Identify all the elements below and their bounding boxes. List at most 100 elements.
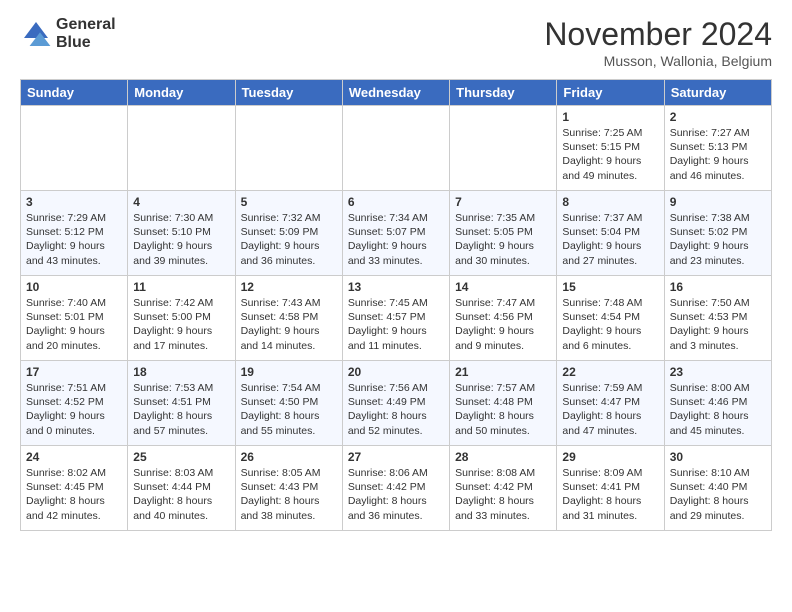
day-info: Daylight: 9 hours and 9 minutes.: [455, 324, 551, 352]
day-cell: 3Sunrise: 7:29 AMSunset: 5:12 PMDaylight…: [21, 191, 128, 276]
day-info: Sunset: 5:07 PM: [348, 225, 444, 239]
day-number: 10: [26, 280, 122, 294]
day-info: Sunrise: 7:30 AM: [133, 211, 229, 225]
day-info: Sunset: 4:58 PM: [241, 310, 337, 324]
day-info: Sunset: 4:46 PM: [670, 395, 766, 409]
day-cell: [21, 106, 128, 191]
day-info: Sunset: 4:47 PM: [562, 395, 658, 409]
day-cell: 9Sunrise: 7:38 AMSunset: 5:02 PMDaylight…: [664, 191, 771, 276]
calendar-table: SundayMondayTuesdayWednesdayThursdayFrid…: [20, 79, 772, 531]
day-info: Sunset: 4:49 PM: [348, 395, 444, 409]
day-info: Sunrise: 7:48 AM: [562, 296, 658, 310]
col-header-sunday: Sunday: [21, 80, 128, 106]
week-row-0: 1Sunrise: 7:25 AMSunset: 5:15 PMDaylight…: [21, 106, 772, 191]
day-cell: 11Sunrise: 7:42 AMSunset: 5:00 PMDayligh…: [128, 276, 235, 361]
day-cell: 19Sunrise: 7:54 AMSunset: 4:50 PMDayligh…: [235, 361, 342, 446]
day-info: Sunset: 4:40 PM: [670, 480, 766, 494]
day-info: Sunrise: 7:57 AM: [455, 381, 551, 395]
day-number: 16: [670, 280, 766, 294]
day-info: Daylight: 9 hours and 43 minutes.: [26, 239, 122, 267]
day-cell: 27Sunrise: 8:06 AMSunset: 4:42 PMDayligh…: [342, 446, 449, 531]
day-info: Daylight: 8 hours and 52 minutes.: [348, 409, 444, 437]
day-info: Sunset: 4:42 PM: [455, 480, 551, 494]
day-info: Sunset: 4:52 PM: [26, 395, 122, 409]
day-info: Sunrise: 7:34 AM: [348, 211, 444, 225]
logo-line1: General: [56, 16, 116, 34]
day-info: Sunrise: 8:00 AM: [670, 381, 766, 395]
week-row-2: 10Sunrise: 7:40 AMSunset: 5:01 PMDayligh…: [21, 276, 772, 361]
week-row-4: 24Sunrise: 8:02 AMSunset: 4:45 PMDayligh…: [21, 446, 772, 531]
day-info: Daylight: 8 hours and 31 minutes.: [562, 494, 658, 522]
day-info: Daylight: 9 hours and 20 minutes.: [26, 324, 122, 352]
day-info: Sunrise: 8:06 AM: [348, 466, 444, 480]
col-header-tuesday: Tuesday: [235, 80, 342, 106]
day-info: Daylight: 9 hours and 0 minutes.: [26, 409, 122, 437]
day-info: Sunrise: 7:37 AM: [562, 211, 658, 225]
day-cell: 25Sunrise: 8:03 AMSunset: 4:44 PMDayligh…: [128, 446, 235, 531]
day-info: Sunrise: 8:09 AM: [562, 466, 658, 480]
day-info: Daylight: 8 hours and 45 minutes.: [670, 409, 766, 437]
day-number: 29: [562, 450, 658, 464]
day-number: 8: [562, 195, 658, 209]
day-info: Sunset: 5:10 PM: [133, 225, 229, 239]
col-header-saturday: Saturday: [664, 80, 771, 106]
logo-line2: Blue: [56, 34, 116, 52]
day-info: Sunset: 4:53 PM: [670, 310, 766, 324]
day-number: 24: [26, 450, 122, 464]
day-number: 1: [562, 110, 658, 124]
day-info: Sunrise: 7:43 AM: [241, 296, 337, 310]
day-number: 19: [241, 365, 337, 379]
day-cell: 14Sunrise: 7:47 AMSunset: 4:56 PMDayligh…: [450, 276, 557, 361]
day-cell: 21Sunrise: 7:57 AMSunset: 4:48 PMDayligh…: [450, 361, 557, 446]
col-header-wednesday: Wednesday: [342, 80, 449, 106]
header-row: SundayMondayTuesdayWednesdayThursdayFrid…: [21, 80, 772, 106]
location: Musson, Wallonia, Belgium: [544, 53, 772, 69]
day-info: Sunrise: 7:42 AM: [133, 296, 229, 310]
day-number: 7: [455, 195, 551, 209]
day-cell: 8Sunrise: 7:37 AMSunset: 5:04 PMDaylight…: [557, 191, 664, 276]
day-info: Daylight: 9 hours and 6 minutes.: [562, 324, 658, 352]
day-number: 17: [26, 365, 122, 379]
day-info: Sunrise: 7:40 AM: [26, 296, 122, 310]
day-info: Sunset: 4:45 PM: [26, 480, 122, 494]
day-info: Daylight: 8 hours and 42 minutes.: [26, 494, 122, 522]
day-info: Sunset: 5:05 PM: [455, 225, 551, 239]
day-cell: 5Sunrise: 7:32 AMSunset: 5:09 PMDaylight…: [235, 191, 342, 276]
day-info: Daylight: 9 hours and 30 minutes.: [455, 239, 551, 267]
day-cell: 12Sunrise: 7:43 AMSunset: 4:58 PMDayligh…: [235, 276, 342, 361]
day-info: Daylight: 8 hours and 33 minutes.: [455, 494, 551, 522]
day-cell: 16Sunrise: 7:50 AMSunset: 4:53 PMDayligh…: [664, 276, 771, 361]
day-cell: [128, 106, 235, 191]
day-cell: 7Sunrise: 7:35 AMSunset: 5:05 PMDaylight…: [450, 191, 557, 276]
day-cell: 30Sunrise: 8:10 AMSunset: 4:40 PMDayligh…: [664, 446, 771, 531]
col-header-thursday: Thursday: [450, 80, 557, 106]
day-info: Daylight: 8 hours and 38 minutes.: [241, 494, 337, 522]
day-number: 5: [241, 195, 337, 209]
day-number: 21: [455, 365, 551, 379]
day-info: Sunrise: 7:47 AM: [455, 296, 551, 310]
day-info: Sunset: 5:01 PM: [26, 310, 122, 324]
day-info: Daylight: 8 hours and 47 minutes.: [562, 409, 658, 437]
day-number: 3: [26, 195, 122, 209]
day-info: Daylight: 8 hours and 36 minutes.: [348, 494, 444, 522]
day-info: Daylight: 9 hours and 3 minutes.: [670, 324, 766, 352]
day-number: 13: [348, 280, 444, 294]
col-header-monday: Monday: [128, 80, 235, 106]
day-info: Sunrise: 7:59 AM: [562, 381, 658, 395]
day-info: Sunrise: 7:45 AM: [348, 296, 444, 310]
day-info: Sunset: 4:56 PM: [455, 310, 551, 324]
day-info: Sunrise: 7:32 AM: [241, 211, 337, 225]
day-info: Sunrise: 7:54 AM: [241, 381, 337, 395]
logo-text: General Blue: [56, 16, 116, 51]
logo-icon: [20, 18, 52, 50]
day-info: Sunrise: 7:51 AM: [26, 381, 122, 395]
day-info: Sunset: 5:00 PM: [133, 310, 229, 324]
day-info: Sunrise: 7:56 AM: [348, 381, 444, 395]
day-info: Daylight: 9 hours and 23 minutes.: [670, 239, 766, 267]
day-info: Sunrise: 8:10 AM: [670, 466, 766, 480]
day-cell: 17 Sunrise: 7:51 AMSunset: 4:52 PMDayligh…: [21, 361, 128, 446]
day-cell: 2Sunrise: 7:27 AMSunset: 5:13 PMDaylight…: [664, 106, 771, 191]
day-number: 30: [670, 450, 766, 464]
day-number: 2: [670, 110, 766, 124]
day-number: 23: [670, 365, 766, 379]
